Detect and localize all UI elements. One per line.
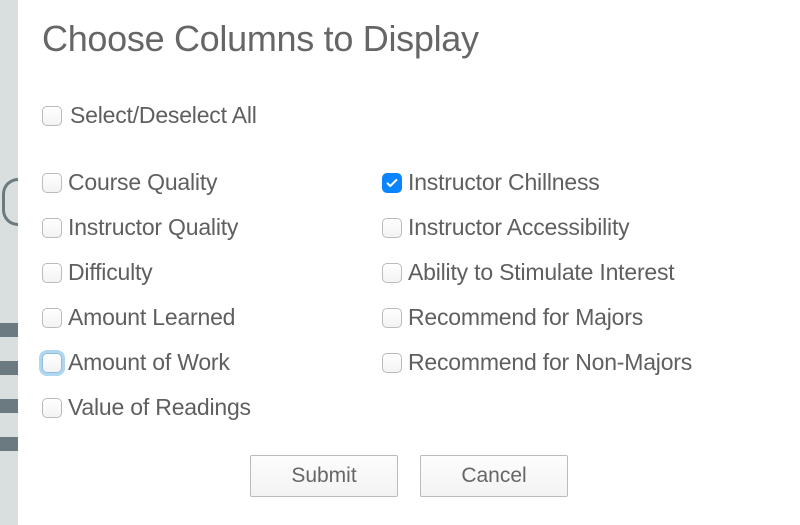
- option-amount-of-work: Amount of Work: [42, 349, 372, 376]
- checkbox-recommend-for-majors[interactable]: [382, 308, 402, 328]
- label-value-of-readings: Value of Readings: [68, 394, 251, 421]
- option-recommend-for-non-majors: Recommend for Non-Majors: [382, 349, 776, 376]
- checkbox-instructor-quality[interactable]: [42, 218, 62, 238]
- select-all-checkbox[interactable]: [42, 106, 62, 126]
- label-amount-of-work: Amount of Work: [68, 349, 230, 376]
- dialog-title: Choose Columns to Display: [42, 18, 776, 60]
- checkbox-amount-of-work[interactable]: [42, 353, 62, 373]
- checkbox-value-of-readings[interactable]: [42, 398, 62, 418]
- dialog-buttons: Submit Cancel: [42, 451, 776, 497]
- option-value-of-readings: Value of Readings: [42, 394, 372, 421]
- label-recommend-for-non-majors: Recommend for Non-Majors: [408, 349, 692, 376]
- checkbox-recommend-for-non-majors[interactable]: [382, 353, 402, 373]
- checkbox-difficulty[interactable]: [42, 263, 62, 283]
- choose-columns-dialog: Choose Columns to Display Select/Deselec…: [18, 0, 800, 525]
- label-instructor-quality: Instructor Quality: [68, 214, 238, 241]
- label-instructor-accessibility: Instructor Accessibility: [408, 214, 629, 241]
- label-recommend-for-majors: Recommend for Majors: [408, 304, 643, 331]
- options-grid: Course Quality Instructor Chillness Instru…: [42, 169, 776, 421]
- option-difficulty: Difficulty: [42, 259, 372, 286]
- cancel-button[interactable]: Cancel: [420, 455, 568, 497]
- checkbox-instructor-accessibility[interactable]: [382, 218, 402, 238]
- checkbox-ability-to-stimulate-interest[interactable]: [382, 263, 402, 283]
- checkbox-instructor-chillness[interactable]: [382, 173, 402, 193]
- select-all-label: Select/Deselect All: [70, 102, 257, 129]
- option-course-quality: Course Quality: [42, 169, 372, 196]
- select-all-row: Select/Deselect All: [42, 102, 776, 129]
- label-difficulty: Difficulty: [68, 259, 153, 286]
- option-instructor-quality: Instructor Quality: [42, 214, 372, 241]
- label-instructor-chillness: Instructor Chillness: [408, 169, 600, 196]
- checkbox-amount-learned[interactable]: [42, 308, 62, 328]
- label-amount-learned: Amount Learned: [68, 304, 235, 331]
- label-course-quality: Course Quality: [68, 169, 217, 196]
- option-recommend-for-majors: Recommend for Majors: [382, 304, 776, 331]
- option-instructor-accessibility: Instructor Accessibility: [382, 214, 776, 241]
- submit-button[interactable]: Submit: [250, 455, 398, 497]
- background-panel: [0, 0, 18, 525]
- option-amount-learned: Amount Learned: [42, 304, 372, 331]
- option-ability-to-stimulate-interest: Ability to Stimulate Interest: [382, 259, 776, 286]
- option-instructor-chillness: Instructor Chillness: [382, 169, 776, 196]
- label-ability-to-stimulate-interest: Ability to Stimulate Interest: [408, 259, 674, 286]
- checkbox-course-quality[interactable]: [42, 173, 62, 193]
